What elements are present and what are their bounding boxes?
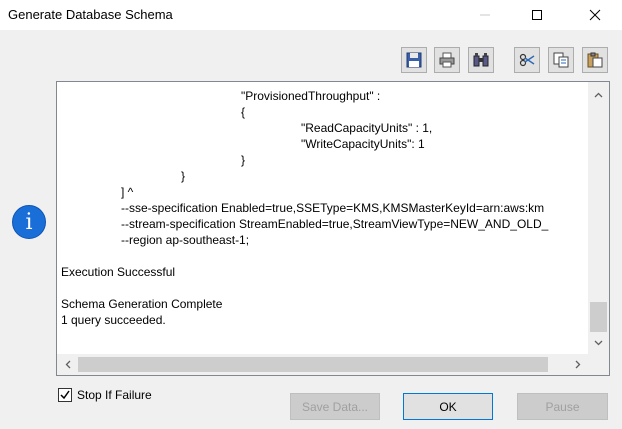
save-toolbar-button[interactable] [401,47,427,73]
horizontal-scroll-thumb[interactable] [78,357,548,372]
pause-button[interactable]: Pause [517,393,608,420]
vertical-scroll-thumb[interactable] [590,302,607,332]
maximize-icon [532,10,542,20]
checkbox-box[interactable] [58,388,72,402]
copy-toolbar-button[interactable] [548,47,574,73]
maximize-button[interactable] [514,0,560,30]
save-data-button[interactable]: Save Data... [290,393,380,420]
scroll-right-icon[interactable] [567,354,588,375]
output-line: "WriteCapacityUnits": 1 [301,137,425,151]
floppy-disk-icon [406,52,422,68]
output-line: Schema Generation Complete [61,297,223,311]
stop-if-failure-checkbox[interactable]: Stop If Failure [58,387,152,403]
cut-toolbar-button[interactable] [514,47,540,73]
binoculars-icon [473,53,489,67]
find-toolbar-button[interactable] [468,47,494,73]
close-button[interactable] [572,0,618,30]
vertical-scrollbar[interactable] [588,82,609,354]
output-line: Execution Successful [61,265,176,279]
output-line: --sse-specification Enabled=true,SSEType… [121,201,545,215]
output-line: ] ^ [121,185,134,199]
horizontal-scrollbar[interactable] [57,354,590,375]
window-title: Generate Database Schema [8,7,173,22]
minimize-button[interactable] [462,0,508,30]
info-icon: i [12,205,46,239]
output-line: "ReadCapacityUnits" : 1, [301,121,433,135]
close-icon [589,9,601,21]
output-line: { [241,105,246,119]
scroll-left-icon[interactable] [57,354,78,375]
output-line: --region ap-southeast-1; [121,233,250,247]
printer-icon [439,52,455,68]
paste-icon [587,52,603,68]
output-content: "ProvisionedThroughput" : { "ReadCapacityU… [57,82,587,354]
stop-if-failure-label: Stop If Failure [77,388,152,402]
scissors-icon [519,53,535,67]
paste-toolbar-button[interactable] [582,47,608,73]
output-line: "ProvisionedThroughput" : [241,89,381,103]
output-line: 1 query succeeded. [61,313,166,327]
copy-icon [553,52,569,68]
output-textarea[interactable]: "ProvisionedThroughput" : { "ReadCapacityU… [56,81,610,376]
output-line: --stream-specification StreamEnabled=tru… [121,217,549,231]
output-line: } [181,169,186,183]
print-toolbar-button[interactable] [434,47,460,73]
ok-button[interactable]: OK [403,393,493,420]
output-line: } [241,153,246,167]
scroll-down-icon[interactable] [588,332,609,353]
checkmark-icon [60,390,70,400]
scrollbar-corner [588,354,609,375]
title-bar: Generate Database Schema [0,0,622,30]
minimize-icon [480,14,490,16]
scroll-up-icon[interactable] [588,84,609,105]
